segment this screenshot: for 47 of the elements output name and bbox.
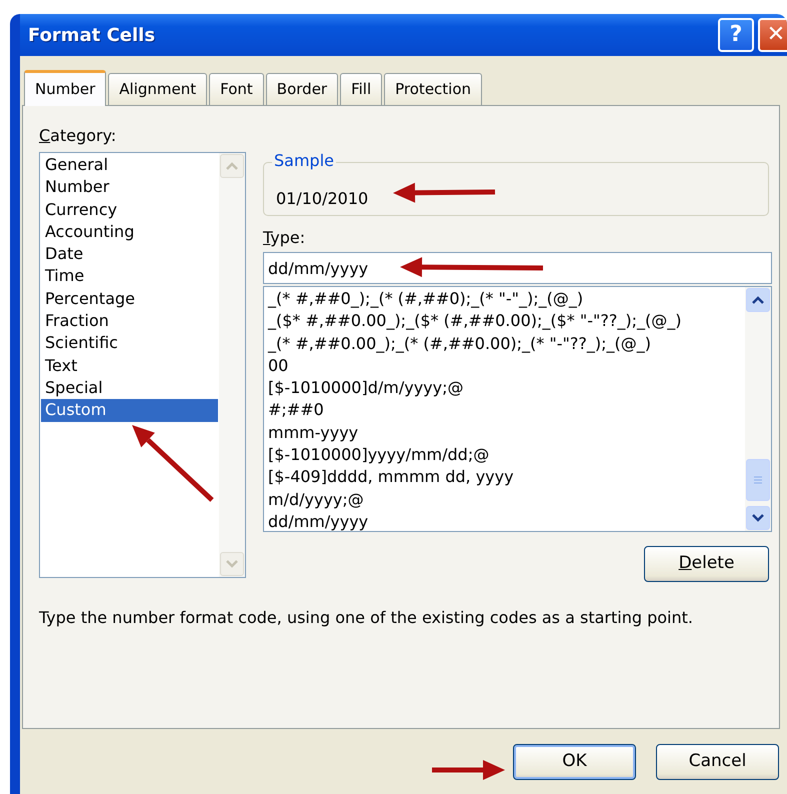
window-title: Format Cells [28, 24, 156, 48]
format-item[interactable]: m/d/yyyy;@ [265, 488, 744, 511]
category-item[interactable]: Scientific [41, 332, 218, 355]
delete-button[interactable]: Delete [644, 546, 769, 582]
format-item[interactable]: [$-1010000]d/m/yyyy;@ [265, 377, 744, 400]
format-item[interactable]: mmm-yyyy [265, 422, 744, 444]
chevron-up-icon[interactable] [752, 296, 764, 304]
category-item[interactable]: Number [41, 176, 218, 199]
category-item[interactable]: Accounting [41, 220, 218, 244]
category-list[interactable]: General Number Currency Accounting Date Time Percentage Fraction Scientific Text Special Custom [39, 152, 246, 578]
cancel-button[interactable]: Cancel [656, 744, 779, 780]
grip-icon[interactable] [753, 475, 763, 485]
type-field[interactable]: dd/mm/yyyy [263, 252, 772, 284]
tab[interactable]: Font [209, 73, 264, 105]
format-item[interactable]: _($* #,##0.00_);_($* (#,##0.00);_($* "-"??_);_(@_) [265, 310, 744, 333]
format-item[interactable]: 00 [265, 354, 744, 378]
category-item[interactable]: Text [41, 354, 218, 377]
format-item[interactable]: [$-1010000]yyyy/mm/dd;@ [265, 444, 744, 466]
close-button[interactable]: ✕ [758, 18, 787, 52]
sample-label: Sample [272, 152, 336, 170]
format-item[interactable]: dd/mm/yyyy [265, 510, 744, 534]
sample-value: 01/10/2010 [276, 188, 368, 210]
tab[interactable]: Alignment [108, 73, 208, 105]
format-item[interactable]: #;##0 [265, 399, 744, 422]
format-item[interactable]: [$-409]dddd, mmmm dd, yyyy [265, 466, 744, 489]
category-item[interactable]: Currency [41, 198, 218, 221]
tab[interactable]: Fill [340, 73, 382, 105]
help-button[interactable]: ? [718, 18, 754, 52]
description-text: Type the number format code, using one of the existing codes as a starting point. [39, 607, 693, 629]
category-item[interactable]: General [41, 154, 218, 176]
category-item[interactable]: Special [41, 376, 218, 400]
tab[interactable]: Border [266, 73, 338, 105]
category-label: Category: [39, 125, 116, 147]
category-item[interactable]: Custom [41, 399, 218, 422]
format-item[interactable]: _(* #,##0_);_(* (#,##0);_(* "-"_);_(@_) [265, 288, 744, 310]
format-list[interactable] [263, 286, 772, 532]
category-item[interactable]: Date [41, 243, 218, 266]
category-item[interactable]: Fraction [41, 310, 218, 332]
category-item[interactable]: Percentage [41, 288, 218, 310]
tab[interactable]: Number [24, 70, 106, 106]
format-item[interactable]: _(* #,##0.00_);_(* (#,##0.00);_(* "-"??_);_(@_) [265, 332, 744, 355]
tab[interactable]: Protection [384, 73, 482, 105]
chevron-down-icon[interactable] [752, 514, 764, 522]
type-label: Type: [263, 227, 306, 249]
category-item[interactable]: Time [41, 265, 218, 288]
scrollbar[interactable] [745, 287, 771, 531]
ok-button[interactable]: OK [513, 744, 636, 780]
